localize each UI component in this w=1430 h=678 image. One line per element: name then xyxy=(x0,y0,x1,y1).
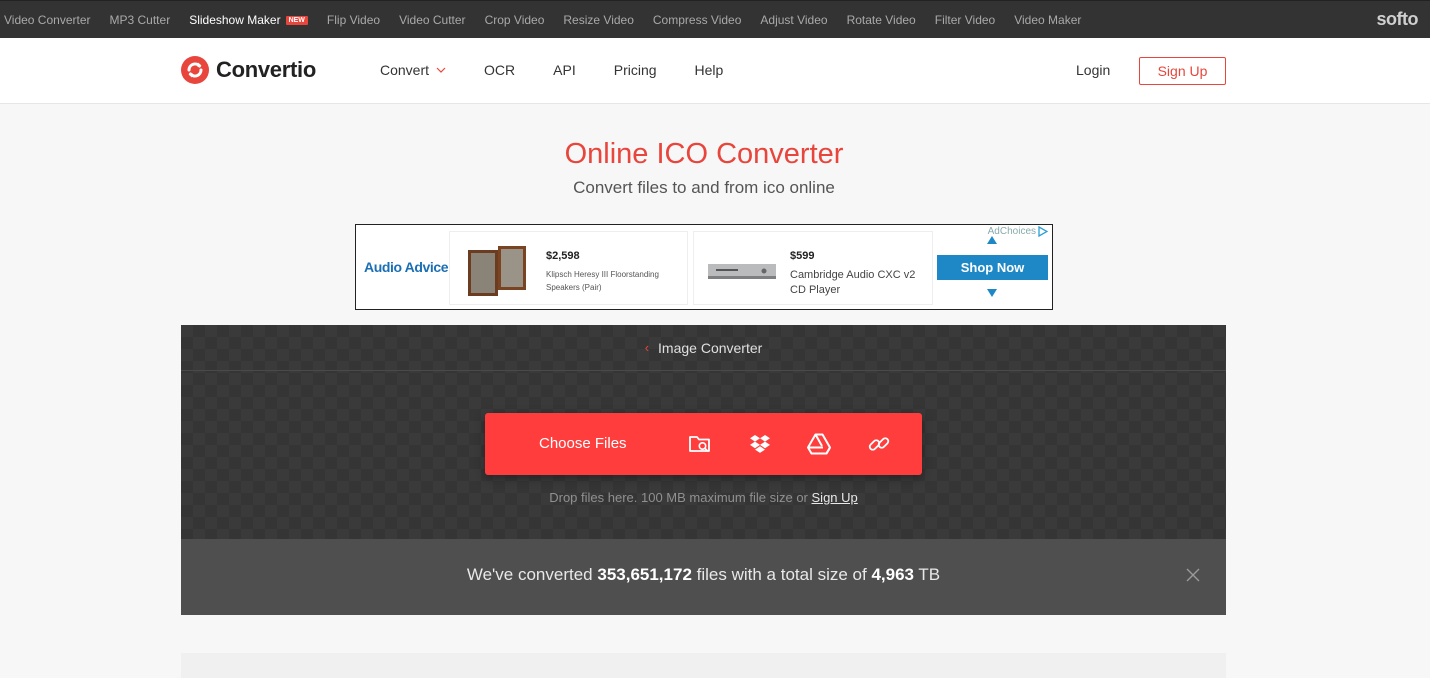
ad-product-desc: Cambridge Audio CXC v2 CD Player xyxy=(790,269,916,296)
softo-topbar: Video Converter MP3 Cutter Slideshow Mak… xyxy=(0,0,1430,38)
link-icon[interactable] xyxy=(866,431,892,457)
drop-hint-text: Drop files here. 100 MB maximum file siz… xyxy=(549,490,808,505)
drop-hint: Drop files here. 100 MB maximum file siz… xyxy=(181,490,1226,505)
content-section xyxy=(181,653,1226,678)
stats-prefix: We've converted xyxy=(466,565,593,584)
topbar-link-crop-video[interactable]: Crop Video xyxy=(485,13,545,27)
topbar-link-rotate-video[interactable]: Rotate Video xyxy=(847,13,916,27)
site-header: Convertio Convert OCR API Pricing Help L… xyxy=(0,38,1430,104)
signup-button[interactable]: Sign Up xyxy=(1139,57,1226,85)
ad-scroll-up-icon[interactable] xyxy=(987,236,997,244)
choose-files-button[interactable]: Choose Files xyxy=(485,413,922,475)
topbar-link-compress-video[interactable]: Compress Video xyxy=(653,13,742,27)
topbar-link-video-cutter[interactable]: Video Cutter xyxy=(399,13,466,27)
nav-help[interactable]: Help xyxy=(695,62,724,78)
topbar-link-slideshow-maker[interactable]: Slideshow Maker NEW xyxy=(189,13,308,27)
convertio-logo[interactable]: Convertio xyxy=(180,55,316,85)
new-badge: NEW xyxy=(285,15,308,25)
folder-search-icon[interactable] xyxy=(687,431,713,457)
topbar-link-mp3-cutter[interactable]: MP3 Cutter xyxy=(110,13,171,27)
topbar-link-flip-video[interactable]: Flip Video xyxy=(327,13,380,27)
nav-ocr[interactable]: OCR xyxy=(484,62,515,78)
choose-files-label: Choose Files xyxy=(539,435,627,452)
softo-logo[interactable]: softo xyxy=(1377,9,1419,30)
stats-files-count: 353,651,172 xyxy=(597,565,692,584)
breadcrumb-image-converter[interactable]: Image Converter xyxy=(658,340,762,356)
topbar-link-label: Slideshow Maker xyxy=(189,13,281,27)
speakers-image xyxy=(468,246,526,296)
nav-api[interactable]: API xyxy=(553,62,576,78)
stats-middle: files with a total size of xyxy=(696,565,867,584)
google-drive-icon[interactable] xyxy=(806,431,832,457)
nav-convert-label: Convert xyxy=(380,62,430,78)
converter-panel: ‹ Image Converter Choose Files Drop file… xyxy=(181,325,1226,615)
cd-player-image xyxy=(708,264,776,279)
drop-signup-link[interactable]: Sign Up xyxy=(812,490,858,505)
ad-advertiser[interactable]: Audio Advice xyxy=(364,259,449,275)
topbar-link-filter-video[interactable]: Filter Video xyxy=(935,13,995,27)
nav-convert[interactable]: Convert xyxy=(380,62,446,78)
logo-text: Convertio xyxy=(216,57,316,82)
ad-banner[interactable]: Audio Advice $2,598 Klipsch Heresy III F… xyxy=(355,224,1053,310)
chevron-left-icon[interactable]: ‹ xyxy=(645,340,649,355)
dropbox-icon[interactable] xyxy=(747,431,773,457)
topbar-link-video-converter[interactable]: Video Converter xyxy=(4,13,91,27)
topbar-link-adjust-video[interactable]: Adjust Video xyxy=(760,13,827,27)
page-title: Online ICO Converter xyxy=(564,138,844,170)
topbar-links: Video Converter MP3 Cutter Slideshow Mak… xyxy=(4,1,1100,39)
stats-unit: TB xyxy=(918,565,941,584)
ad-product-1[interactable]: $2,598 Klipsch Heresy III Floorstanding … xyxy=(449,231,688,305)
stats-line: We've converted 353,651,172 files with a… xyxy=(181,565,1226,585)
conversion-stats: We've converted 353,651,172 files with a… xyxy=(181,539,1226,615)
close-icon[interactable] xyxy=(1185,567,1201,583)
convertio-logo-icon xyxy=(181,56,209,84)
nav-pricing[interactable]: Pricing xyxy=(614,62,657,78)
ad-product-price: $599 xyxy=(790,250,815,262)
ad-scroll-down-icon[interactable] xyxy=(987,289,997,297)
ad-product-desc: Klipsch Heresy III Floorstanding Speaker… xyxy=(546,270,659,292)
page-subtitle: Convert files to and from ico online xyxy=(573,178,835,197)
shop-now-button[interactable]: Shop Now xyxy=(937,255,1048,280)
login-link[interactable]: Login xyxy=(1076,62,1110,78)
ad-product-price: $2,598 xyxy=(546,250,580,262)
chevron-down-icon xyxy=(436,67,446,73)
breadcrumb: ‹ Image Converter xyxy=(181,325,1226,371)
topbar-link-video-maker[interactable]: Video Maker xyxy=(1014,13,1081,27)
topbar-link-resize-video[interactable]: Resize Video xyxy=(563,13,634,27)
main-nav: Convert OCR API Pricing Help xyxy=(380,62,761,78)
stats-total-size: 4,963 xyxy=(871,565,914,584)
adchoices-icon xyxy=(1038,226,1048,237)
ad-product-2[interactable]: $599 Cambridge Audio CXC v2 CD Player xyxy=(693,231,933,305)
